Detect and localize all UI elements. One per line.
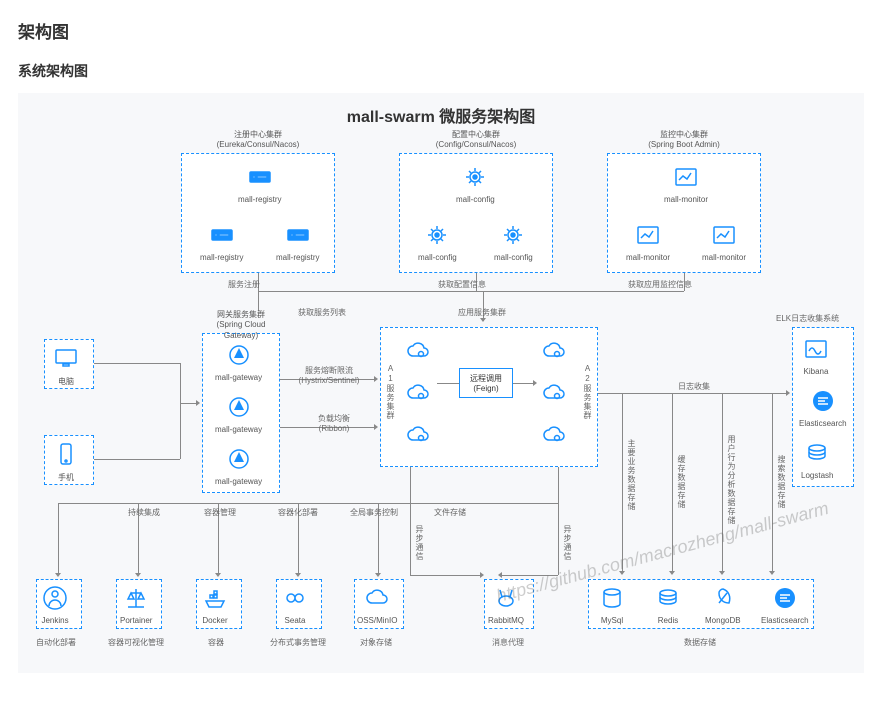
tool-lbl-4: 文件存储 xyxy=(434,507,466,518)
server-icon xyxy=(207,220,237,250)
link-icon xyxy=(280,583,310,613)
label-ribbon: 负载均衡(Ribbon) xyxy=(304,413,364,433)
cloud-icon xyxy=(539,378,569,408)
a2-label: A2服务集群 xyxy=(582,364,593,420)
diagram-title: mall-swarm 微服务架构图 xyxy=(18,103,864,127)
gateway-icon xyxy=(224,340,254,370)
monitor-cluster: 监控中心集群(Spring Boot Admin) mall-monitor m… xyxy=(607,153,761,273)
db-row: MySql Redis MongoDB Elasticsearch xyxy=(588,579,814,629)
edge-log-collect: 日志收集 xyxy=(678,381,710,392)
vcol-1: 缓存数据存储 xyxy=(676,455,687,509)
cloud-icon xyxy=(403,336,433,366)
vcol-2: 用户行为分析数据存储 xyxy=(726,435,737,525)
edge-get-config: 获取配置信息 xyxy=(438,279,486,290)
tool-seata: Seata xyxy=(276,579,322,629)
tool-cap-4: 对象存储 xyxy=(360,637,392,648)
server-icon xyxy=(245,162,275,192)
tool-cap-0: 自动化部署 xyxy=(36,637,76,648)
elk-cluster: Kibana Elasticsearch Logstash xyxy=(792,327,854,487)
config-cluster: 配置中心集群(Config/Consul/Nacos) mall-config … xyxy=(399,153,553,273)
chart-icon xyxy=(709,220,739,250)
page-heading: 架构图 xyxy=(18,18,871,43)
tool-docker: Docker xyxy=(196,579,242,629)
mobile-icon xyxy=(51,439,81,469)
db-caption: 数据存储 xyxy=(684,637,716,648)
mq-caption: 消息代理 xyxy=(492,637,524,648)
scale-icon xyxy=(121,583,151,613)
elastic-icon xyxy=(770,583,800,613)
gateway-icon xyxy=(224,444,254,474)
cloud-icon xyxy=(403,378,433,408)
tool-cap-1: 容器可视化管理 xyxy=(108,637,164,648)
architecture-diagram: mall-swarm 微服务架构图 注册中心集群(Eureka/Consul/N… xyxy=(18,93,864,673)
label-hystrix: 服务熔断限流(Hystrix/Sentinel) xyxy=(294,365,364,385)
server-icon xyxy=(283,220,313,250)
gear-icon xyxy=(460,162,490,192)
edge-get-svc-list: 获取服务列表 xyxy=(298,307,346,318)
vcol-0: 主要业务数据存储 xyxy=(626,439,637,511)
tool-oss: OSS/MinIO xyxy=(354,579,404,629)
gear-icon xyxy=(422,220,452,250)
gateway-icon xyxy=(224,392,254,422)
edge-svc-register: 服务注册 xyxy=(228,279,260,290)
elastic-icon xyxy=(808,386,838,416)
tool-cap-3: 分布式事务管理 xyxy=(270,637,326,648)
cloud-icon xyxy=(539,420,569,450)
person-icon xyxy=(40,583,70,613)
chart-icon xyxy=(671,162,701,192)
pc-icon xyxy=(51,343,81,373)
app-services-group: A1服务集群 远程调用(Feign) A2服务集群 xyxy=(380,327,598,467)
tool-lbl-2: 容器化部署 xyxy=(278,507,318,518)
client-pc: 电脑 xyxy=(44,339,94,389)
vcol-3: 搜索数据存储 xyxy=(776,455,787,509)
client-mobile: 手机 xyxy=(44,435,94,485)
a1-label: A1服务集群 xyxy=(385,364,396,420)
label-feign: 远程调用(Feign) xyxy=(459,368,513,398)
leaf-icon xyxy=(708,583,738,613)
tool-jenkins: Jenkins xyxy=(36,579,82,629)
edge-get-monitor: 获取应用监控信息 xyxy=(628,279,692,290)
gear-icon xyxy=(498,220,528,250)
async-right: 异步通信 xyxy=(562,525,573,561)
tool-lbl-3: 全局事务控制 xyxy=(350,507,398,518)
async-left: 异步通信 xyxy=(414,525,425,561)
edge-app-cluster: 应用服务集群 xyxy=(458,307,506,318)
stack-icon xyxy=(653,583,683,613)
wave-icon xyxy=(801,334,831,364)
db-icon xyxy=(597,583,627,613)
stack-icon xyxy=(802,438,832,468)
registry-cluster: 注册中心集群(Eureka/Consul/Nacos) mall-registr… xyxy=(181,153,335,273)
cloud-icon xyxy=(362,583,392,613)
chart-icon xyxy=(633,220,663,250)
elk-title: ELK日志收集系统 xyxy=(776,313,839,324)
page-subheading: 系统架构图 xyxy=(18,61,871,81)
tool-portainer: Portainer xyxy=(116,579,162,629)
ship-icon xyxy=(200,583,230,613)
gateway-cluster: 网关服务集群(Spring Cloud Gateway) mall-gatewa… xyxy=(202,333,280,493)
cloud-icon xyxy=(403,420,433,450)
tool-lbl-1: 容器管理 xyxy=(204,507,236,518)
cloud-icon xyxy=(539,336,569,366)
tool-cap-2: 容器 xyxy=(208,637,224,648)
tool-lbl-0: 持续集成 xyxy=(128,507,160,518)
